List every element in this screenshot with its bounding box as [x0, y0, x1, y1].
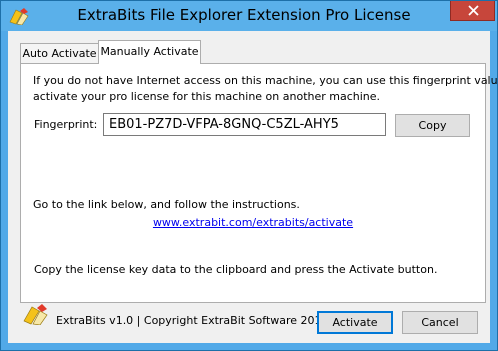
cancel-button[interactable]: Cancel — [402, 311, 478, 334]
intro-line-2: activate your pro license for this machi… — [33, 90, 381, 103]
activate-button[interactable]: Activate — [317, 311, 393, 334]
extrabits-logo-icon — [23, 304, 48, 325]
intro-text: If you do not have Internet access on th… — [33, 73, 498, 105]
version-copyright: ExtraBits v1.0 | Copyright ExtraBit Soft… — [56, 314, 329, 327]
close-icon — [468, 5, 479, 16]
title-bar[interactable]: ExtraBits File Explorer Extension Pro Li… — [1, 1, 497, 31]
tab-manually-activate[interactable]: Manually Activate — [98, 40, 201, 64]
extrabits-logo-icon — [9, 8, 29, 25]
fingerprint-label: Fingerprint: — [34, 118, 98, 131]
close-button[interactable] — [450, 1, 495, 21]
fingerprint-field[interactable] — [103, 113, 386, 136]
clipboard-instructions: Copy the license key data to the clipboa… — [34, 263, 438, 276]
window-title: ExtraBits File Explorer Extension Pro Li… — [77, 6, 411, 24]
intro-line-1: If you do not have Internet access on th… — [33, 74, 498, 87]
instructions-text: Go to the link below, and follow the ins… — [33, 198, 300, 211]
license-dialog: ExtraBits File Explorer Extension Pro Li… — [0, 0, 498, 351]
activation-link[interactable]: www.extrabit.com/extrabits/activate — [21, 216, 485, 229]
dialog-body: Auto Activate Manually Activate If you d… — [8, 31, 498, 343]
tab-auto-activate[interactable]: Auto Activate — [20, 43, 99, 63]
manual-activate-panel: If you do not have Internet access on th… — [20, 63, 498, 303]
copy-button[interactable]: Copy — [395, 114, 470, 137]
